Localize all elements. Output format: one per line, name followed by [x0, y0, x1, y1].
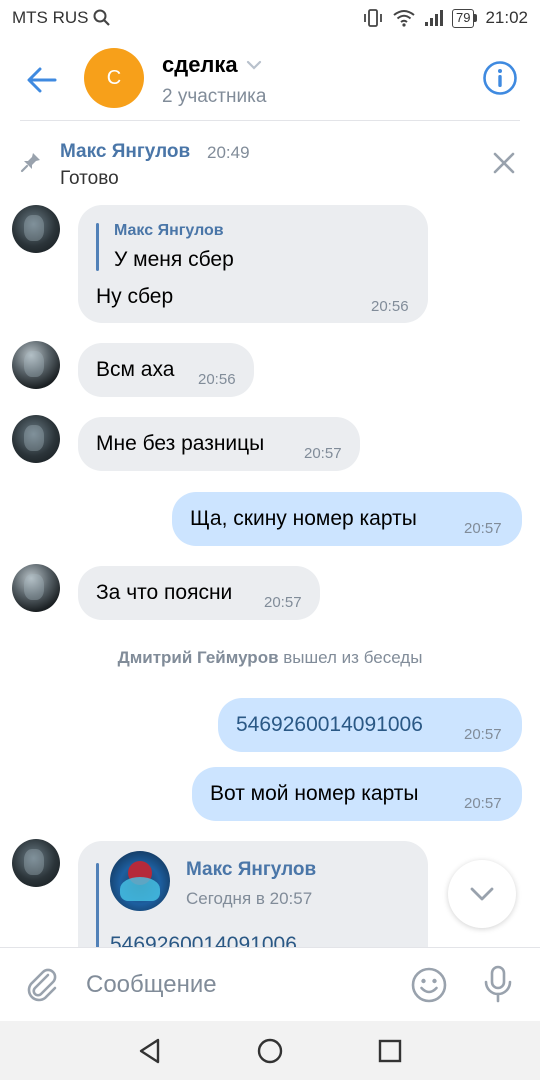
sender-avatar[interactable]: [12, 564, 60, 612]
forward-author-avatar[interactable]: [110, 851, 170, 911]
wifi-icon: [393, 10, 415, 27]
pinned-message[interactable]: Макс Янгулов 20:49 Готово: [0, 121, 540, 205]
message-time: 20:57: [304, 445, 342, 462]
message-bubble[interactable]: Макс Янгулов У меня сбер Ну сбер 20:56: [78, 205, 428, 323]
info-circle-icon: [483, 61, 517, 95]
forward-time: Сегодня в 20:57: [186, 889, 313, 908]
sender-avatar[interactable]: [12, 839, 60, 887]
status-right: 79 21:02: [362, 8, 528, 28]
message-text: Всм аха: [96, 358, 175, 381]
paperclip-icon[interactable]: [24, 966, 60, 1002]
arrow-left-icon: [27, 67, 57, 93]
message-bubble-outgoing[interactable]: Вот мой номер карты 20:57: [192, 767, 522, 821]
message-text: Ща, скину номер карты: [190, 507, 417, 530]
message-bubble[interactable]: Всм аха 20:56: [78, 343, 254, 397]
message-input[interactable]: [86, 966, 386, 1004]
forward-text[interactable]: 5469260014091006: [110, 933, 297, 947]
reply-author: Макс Янгулов: [114, 222, 224, 239]
chat-header: С сделка 2 участника: [0, 36, 540, 120]
message-time: 20:57: [464, 520, 502, 537]
sender-avatar[interactable]: [12, 341, 60, 389]
message-time: 20:57: [264, 594, 302, 611]
chevron-down-icon: [246, 60, 261, 70]
reply-bar: [96, 223, 99, 271]
scroll-down-button[interactable]: [448, 860, 516, 928]
battery-icon: 79: [451, 8, 478, 28]
carrier: MTS RUS: [12, 8, 111, 28]
message-text[interactable]: 5469260014091006: [236, 713, 423, 737]
android-nav-bar: [0, 1021, 540, 1080]
close-icon[interactable]: [492, 151, 516, 175]
chat-avatar-letter: С: [106, 66, 122, 89]
pinned-author: Макс Янгулов: [60, 141, 191, 162]
message-bubble[interactable]: За что поясни 20:57: [78, 566, 320, 620]
pinned-time: 20:49: [207, 143, 250, 162]
nav-back-icon[interactable]: [135, 1036, 165, 1066]
chat-title-area[interactable]: сделка 2 участника: [162, 52, 266, 108]
forward-author[interactable]: Макс Янгулов: [186, 859, 316, 881]
message-text: Вот мой номер карты: [210, 782, 419, 805]
pin-icon: [20, 153, 40, 173]
pinned-text: Готово: [60, 168, 119, 189]
message-bubble-outgoing[interactable]: 5469260014091006 20:57: [218, 698, 522, 752]
message-text: За что поясни: [96, 581, 233, 604]
signal-icon: [424, 10, 443, 26]
chat-title-text: сделка: [162, 52, 238, 77]
message-time: 20:57: [464, 795, 502, 812]
message-list[interactable]: Макс Янгулов У меня сбер Ну сбер 20:56 В…: [0, 205, 540, 947]
clock: 21:02: [485, 8, 528, 27]
message-time: 20:56: [371, 298, 409, 315]
message-bubble[interactable]: Мне без разницы 20:57: [78, 417, 360, 471]
message-composer: [0, 947, 540, 1021]
chat-title: сделка: [162, 52, 266, 78]
nav-recents-icon[interactable]: [375, 1036, 405, 1066]
message-text: Ну сбер: [96, 285, 174, 308]
reply-text: У меня сбер: [114, 248, 234, 271]
service-message: Дмитрий Геймуров вышел из беседы: [0, 648, 540, 668]
nav-home-icon[interactable]: [255, 1036, 285, 1066]
forwarded-message-bubble[interactable]: Макс Янгулов Сегодня в 20:57 54692600140…: [78, 841, 428, 947]
smiley-icon[interactable]: [410, 966, 448, 1004]
search-icon: [93, 9, 110, 26]
message-text: Мне без разницы: [96, 432, 265, 455]
chevron-down-icon: [470, 887, 494, 901]
vibrate-icon: [364, 9, 382, 27]
chat-avatar[interactable]: С: [84, 48, 144, 108]
status-bar: MTS RUS 79 21:02: [0, 0, 540, 36]
back-button[interactable]: [22, 60, 62, 100]
microphone-icon[interactable]: [480, 964, 516, 1004]
info-button[interactable]: [482, 60, 518, 96]
message-time: 20:56: [198, 371, 236, 388]
service-user-name[interactable]: Дмитрий Геймуров: [118, 648, 279, 667]
message-time: 20:57: [464, 726, 502, 743]
service-action: вышел из беседы: [283, 648, 423, 667]
sender-avatar[interactable]: [12, 205, 60, 253]
chat-subtitle: 2 участника: [162, 86, 267, 107]
message-bubble-outgoing[interactable]: Ща, скину номер карты 20:57: [172, 492, 522, 546]
forward-bar: [96, 863, 99, 947]
battery-level: 79: [451, 8, 475, 28]
carrier-label: MTS RUS: [12, 8, 89, 27]
sender-avatar[interactable]: [12, 415, 60, 463]
